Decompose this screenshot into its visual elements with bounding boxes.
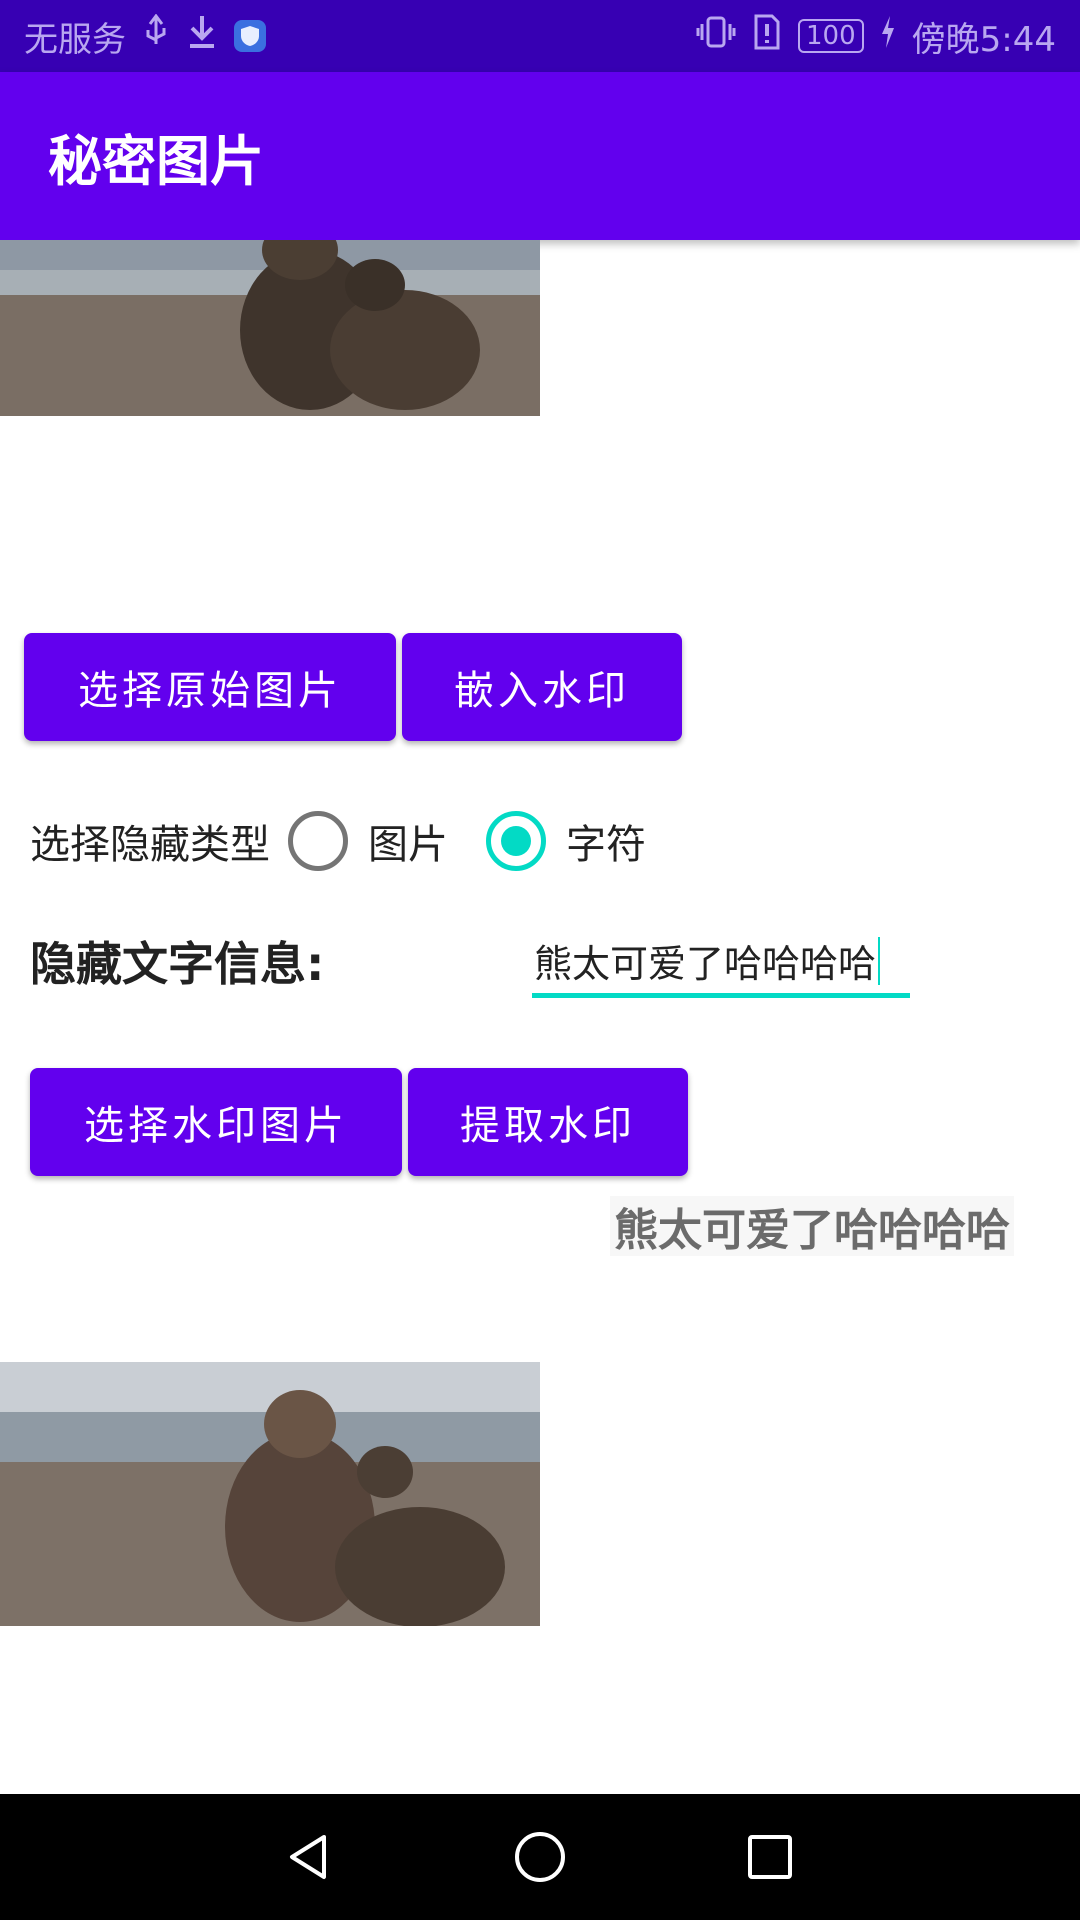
usb-icon xyxy=(142,13,170,59)
hide-type-group: 选择隐藏类型 图片 字符 xyxy=(30,806,666,876)
radio-checked-dot xyxy=(501,826,531,856)
radio-image-label[interactable]: 图片 xyxy=(368,812,448,870)
extract-watermark-button[interactable]: 提取水印 xyxy=(408,1068,688,1176)
clock-text: 傍晚5:44 xyxy=(911,19,1056,60)
battery-icon: 100 xyxy=(798,19,864,53)
hide-text-label: 隐藏文字信息: xyxy=(30,937,325,991)
download-icon xyxy=(186,14,218,59)
embed-watermark-button[interactable]: 嵌入水印 xyxy=(402,633,682,741)
sim-alert-icon xyxy=(752,14,782,59)
charging-icon xyxy=(880,15,896,57)
carrier-text: 无服务 xyxy=(24,19,126,60)
hide-type-label: 选择隐藏类型 xyxy=(30,822,270,868)
hide-text-value: 熊太可爱了哈哈哈哈 xyxy=(534,942,877,986)
select-watermark-image-button[interactable]: 选择水印图片 xyxy=(30,1068,402,1176)
status-bar: 无服务 100 傍晚5:44 xyxy=(0,0,1080,72)
recents-icon[interactable] xyxy=(735,1822,805,1892)
radio-image[interactable] xyxy=(288,811,348,871)
original-image xyxy=(0,240,540,416)
extracted-text: 熊太可爱了哈哈哈哈 xyxy=(610,1196,1014,1256)
hide-text-input[interactable]: 熊太可爱了哈哈哈哈 xyxy=(532,928,910,998)
home-icon[interactable] xyxy=(505,1822,575,1892)
app-bar: 秘密图片 xyxy=(0,72,1080,240)
select-original-image-button[interactable]: 选择原始图片 xyxy=(24,633,396,741)
back-icon[interactable] xyxy=(275,1822,345,1892)
watermarked-image xyxy=(0,1362,540,1626)
radio-text-label[interactable]: 字符 xyxy=(566,812,646,870)
text-caret xyxy=(878,936,881,985)
app-title: 秘密图片 xyxy=(48,129,264,193)
vibrate-icon xyxy=(696,14,736,59)
navigation-bar xyxy=(0,1794,1080,1920)
shield-icon xyxy=(234,20,266,52)
radio-text[interactable] xyxy=(486,811,546,871)
